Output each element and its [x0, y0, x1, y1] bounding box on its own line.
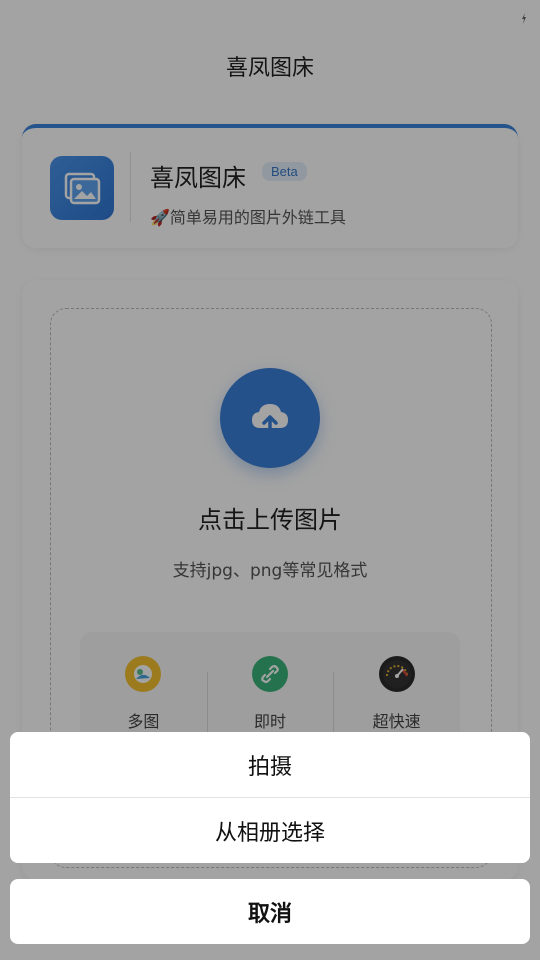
cancel-button[interactable]: 取消 — [10, 879, 530, 944]
choose-from-album-option[interactable]: 从相册选择 — [10, 797, 530, 863]
take-photo-option[interactable]: 拍摄 — [10, 732, 530, 797]
action-sheet: 拍摄 从相册选择 — [10, 732, 530, 863]
